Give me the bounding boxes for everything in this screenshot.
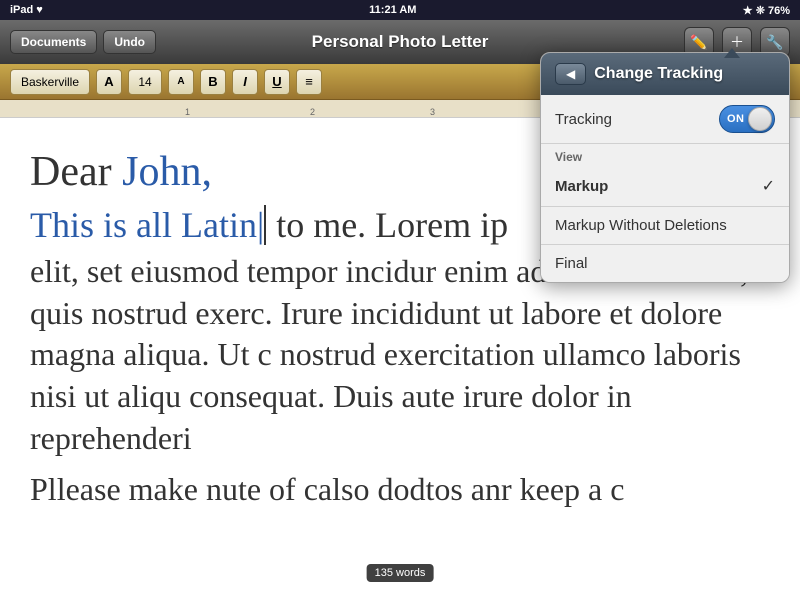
toggle-knob	[748, 107, 772, 131]
tracking-toggle[interactable]: ON	[719, 105, 775, 133]
last-line: Pllease make nute of calso dodtos anr ke…	[30, 469, 770, 511]
tracking-row: Tracking ON	[541, 95, 789, 144]
popup-body: Tracking ON View Markup ✓ Markup Without…	[541, 95, 789, 282]
toolbar-left: Documents Undo	[10, 30, 156, 54]
text-cursor: |	[257, 205, 266, 245]
status-left: iPad ♥	[10, 4, 43, 16]
popup-arrow	[724, 48, 740, 58]
underline-button[interactable]: U	[264, 69, 290, 95]
final-label: Final	[555, 255, 588, 272]
font-size-a[interactable]: A	[168, 69, 194, 95]
final-option[interactable]: Final	[541, 245, 789, 282]
status-right: ★ ❊ 76%	[743, 4, 790, 17]
popup-header: ◀ Change Tracking	[541, 53, 789, 95]
document-title: Personal Photo Letter	[312, 32, 489, 52]
checkmark-icon: ✓	[762, 176, 775, 196]
bold-button[interactable]: B	[200, 69, 226, 95]
font-size[interactable]: 14	[128, 69, 162, 95]
undo-button[interactable]: Undo	[103, 30, 156, 54]
tracking-label: Tracking	[555, 111, 612, 128]
status-ipad: iPad ♥	[10, 4, 43, 16]
ruler-mark-2: 2	[310, 107, 315, 117]
latin-blue: This is all Latin	[30, 205, 257, 245]
status-bar: iPad ♥ 11:21 AM ★ ❊ 76%	[0, 0, 800, 20]
ruler-mark-1: 1	[185, 107, 190, 117]
popup-back-button[interactable]: ◀	[555, 63, 586, 85]
back-arrow-icon: ◀	[566, 67, 575, 81]
dear-text: Dear	[30, 149, 122, 195]
documents-button[interactable]: Documents	[10, 30, 97, 54]
status-time: 11:21 AM	[369, 4, 416, 16]
latin-black: to me. Lorem ip	[267, 205, 508, 245]
markup-without-label: Markup Without Deletions	[555, 217, 727, 234]
change-tracking-popup[interactable]: ◀ Change Tracking Tracking ON View Marku…	[540, 52, 790, 283]
align-button[interactable]: ≡	[296, 69, 322, 95]
italic-button[interactable]: I	[232, 69, 258, 95]
markup-label: Markup	[555, 178, 608, 195]
word-count-badge: 135 words	[367, 564, 434, 582]
font-selector[interactable]: Baskerville	[10, 69, 90, 95]
toggle-on-label: ON	[727, 113, 745, 125]
john-text: John,	[122, 149, 212, 195]
view-section-header: View	[541, 144, 789, 166]
popup-title: Change Tracking	[594, 65, 723, 83]
markup-without-option[interactable]: Markup Without Deletions	[541, 207, 789, 245]
font-cap-button[interactable]: A	[96, 69, 122, 95]
markup-option[interactable]: Markup ✓	[541, 166, 789, 207]
ruler-mark-3: 3	[430, 107, 435, 117]
